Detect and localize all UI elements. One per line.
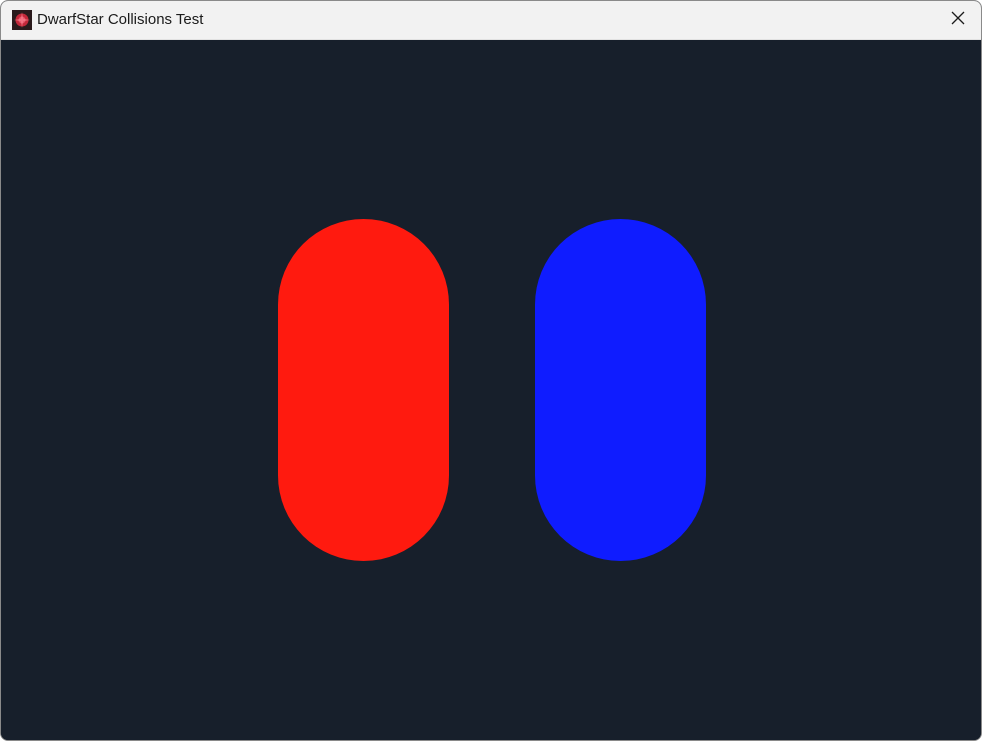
app-window: DwarfStar Collisions Test bbox=[0, 0, 982, 741]
title-bar[interactable]: DwarfStar Collisions Test bbox=[1, 1, 981, 40]
blue-capsule bbox=[535, 219, 706, 561]
close-button[interactable] bbox=[935, 1, 981, 39]
render-viewport[interactable] bbox=[1, 40, 981, 740]
window-title: DwarfStar Collisions Test bbox=[37, 11, 204, 28]
dwarfstar-app-icon bbox=[12, 10, 32, 30]
red-capsule bbox=[278, 219, 449, 561]
close-icon bbox=[951, 11, 965, 30]
